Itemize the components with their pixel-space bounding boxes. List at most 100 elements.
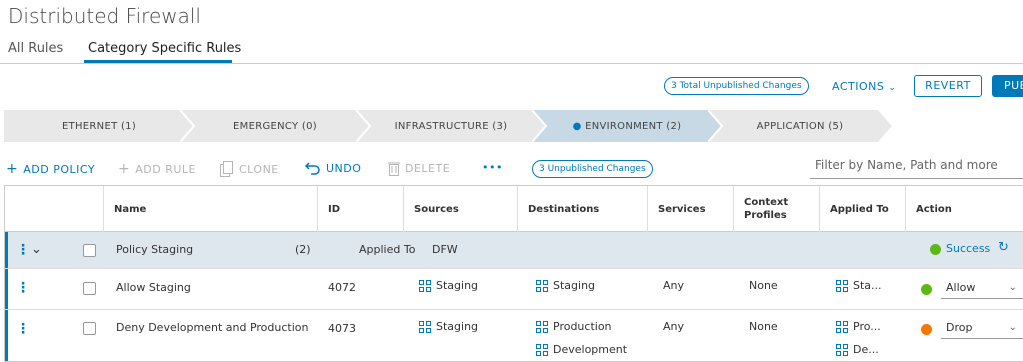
rule-applied-to[interactable]: Sta...	[836, 279, 882, 292]
chevron-down-icon: ⌄	[1008, 322, 1017, 333]
rule-destination[interactable]: Development	[536, 343, 627, 356]
column-destinations[interactable]: Destinations	[517, 186, 647, 232]
row-accent	[5, 269, 8, 309]
group-icon	[536, 280, 548, 292]
policy-status: Success	[946, 242, 991, 255]
rule-source[interactable]: Staging	[419, 320, 478, 333]
group-icon	[536, 321, 548, 333]
row-menu-icon[interactable]: ⋮	[16, 243, 30, 257]
column-sources[interactable]: Sources	[403, 186, 517, 232]
filter-input[interactable]	[810, 151, 1023, 179]
unpublished-changes-badge[interactable]: 3 Unpublished Changes	[532, 160, 653, 178]
add-policy-button[interactable]: + ADD POLICY	[6, 161, 95, 177]
rules-grid: Name ID Sources Destinations Services Co…	[4, 185, 1023, 362]
grid-header: Name ID Sources Destinations Services Co…	[5, 186, 1023, 232]
group-icon	[419, 280, 431, 292]
actions-label: ACTIONS	[832, 80, 885, 93]
total-unpublished-changes-badge[interactable]: 3 Total Unpublished Changes	[664, 77, 809, 95]
plus-icon: +	[6, 161, 19, 177]
policy-checkbox[interactable]	[83, 244, 96, 257]
action-value: Drop	[946, 321, 973, 334]
policy-rule-count: (2)	[295, 243, 311, 256]
policy-applied-value: DFW	[432, 243, 458, 256]
clone-label: CLONE	[239, 162, 279, 176]
trash-icon	[388, 162, 400, 176]
destination-label: Development	[553, 343, 628, 356]
applied-label: Pro...	[853, 320, 881, 333]
clone-button[interactable]: CLONE	[220, 161, 279, 177]
destination-label: Staging	[553, 279, 596, 292]
tab-all-rules[interactable]: All Rules	[8, 41, 63, 56]
undo-icon	[305, 162, 320, 175]
undo-button[interactable]: UNDO	[305, 161, 361, 175]
rule-checkbox[interactable]	[83, 322, 96, 335]
rule-id: 4072	[328, 281, 356, 294]
active-dot-icon: ●	[572, 120, 582, 132]
rule-source[interactable]: Staging	[419, 279, 478, 292]
category-ethernet[interactable]: ETHERNET (1)	[4, 110, 194, 142]
add-rule-button[interactable]: + ADD RULE	[118, 161, 196, 177]
publish-button[interactable]: PUBLISH	[992, 75, 1023, 97]
delete-button[interactable]: DELETE	[388, 161, 450, 176]
category-infrastructure[interactable]: INFRASTRUCTURE (3)	[356, 110, 546, 142]
column-id[interactable]: ID	[317, 186, 403, 232]
applied-label: Sta...	[853, 279, 882, 292]
rule-destination[interactable]: Production	[536, 320, 612, 333]
group-icon	[836, 344, 848, 356]
add-rule-label: ADD RULE	[135, 162, 196, 176]
collapse-chevron-icon[interactable]: ⌄	[31, 242, 42, 257]
column-services[interactable]: Services	[647, 186, 733, 232]
rule-profiles: None	[749, 279, 778, 292]
success-status-icon	[930, 244, 941, 255]
group-icon	[536, 344, 548, 356]
allow-status-icon	[921, 284, 932, 295]
category-environment-text: ENVIRONMENT (2)	[585, 120, 682, 132]
destination-label: Production	[553, 320, 612, 333]
tab-category-specific-rules[interactable]: Category Specific Rules	[88, 41, 241, 56]
row-accent	[5, 310, 8, 361]
plus-icon: +	[118, 161, 131, 177]
refresh-icon[interactable]: ↻	[998, 240, 1009, 255]
table-row[interactable]: ⋮ Deny Development and Production 4073 S…	[5, 310, 1023, 361]
rule-applied-to[interactable]: De...	[836, 343, 879, 356]
rule-profiles: None	[749, 320, 778, 333]
rule-applied-to[interactable]: Pro...	[836, 320, 881, 333]
applied-label: De...	[853, 343, 879, 356]
column-applied-to[interactable]: Applied To	[819, 186, 905, 232]
group-icon	[836, 321, 848, 333]
category-emergency[interactable]: EMERGENCY (0)	[180, 110, 370, 142]
rule-destination[interactable]: Staging	[536, 279, 595, 292]
category-application-label: APPLICATION (5)	[756, 120, 844, 132]
table-row[interactable]: ⋮ Allow Staging 4072 Staging Staging Any…	[5, 269, 1023, 310]
row-menu-icon[interactable]: ⋮	[16, 322, 30, 336]
clone-icon	[220, 161, 233, 177]
rule-services: Any	[663, 279, 685, 292]
delete-label: DELETE	[405, 162, 451, 175]
more-options-button[interactable]: •••	[482, 161, 503, 174]
category-application[interactable]: APPLICATION (5)	[708, 110, 892, 142]
rule-services: Any	[663, 320, 685, 333]
source-label: Staging	[436, 279, 479, 292]
rule-name: Allow Staging	[116, 281, 191, 294]
group-icon	[419, 321, 431, 333]
rule-id: 4073	[328, 322, 356, 335]
category-bar: ETHERNET (1) EMERGENCY (0) INFRASTRUCTUR…	[0, 110, 1023, 142]
column-action[interactable]: Action	[905, 186, 1023, 232]
action-select[interactable]: Allow ⌄	[941, 279, 1023, 299]
category-environment[interactable]: ● ENVIRONMENT (2)	[532, 110, 722, 142]
rule-name: Deny Development and Production	[116, 321, 309, 334]
policy-row[interactable]: ⋮ ⌄ Policy Staging (2) Applied To DFW Su…	[5, 232, 1023, 269]
chevron-down-icon: ⌄	[888, 83, 897, 93]
source-label: Staging	[436, 320, 479, 333]
column-context-profiles[interactable]: Context Profiles	[733, 186, 803, 232]
row-accent	[5, 232, 8, 268]
chevron-down-icon: ⌄	[1008, 282, 1017, 293]
revert-button[interactable]: REVERT	[914, 75, 982, 97]
column-name[interactable]: Name	[103, 186, 317, 232]
row-menu-icon[interactable]: ⋮	[16, 281, 30, 295]
category-ethernet-label: ETHERNET (1)	[61, 120, 137, 132]
action-select[interactable]: Drop ⌄	[941, 319, 1023, 339]
actions-menu[interactable]: ACTIONS ⌄	[832, 80, 896, 93]
rule-checkbox[interactable]	[83, 282, 96, 295]
policy-name: Policy Staging	[116, 243, 194, 256]
